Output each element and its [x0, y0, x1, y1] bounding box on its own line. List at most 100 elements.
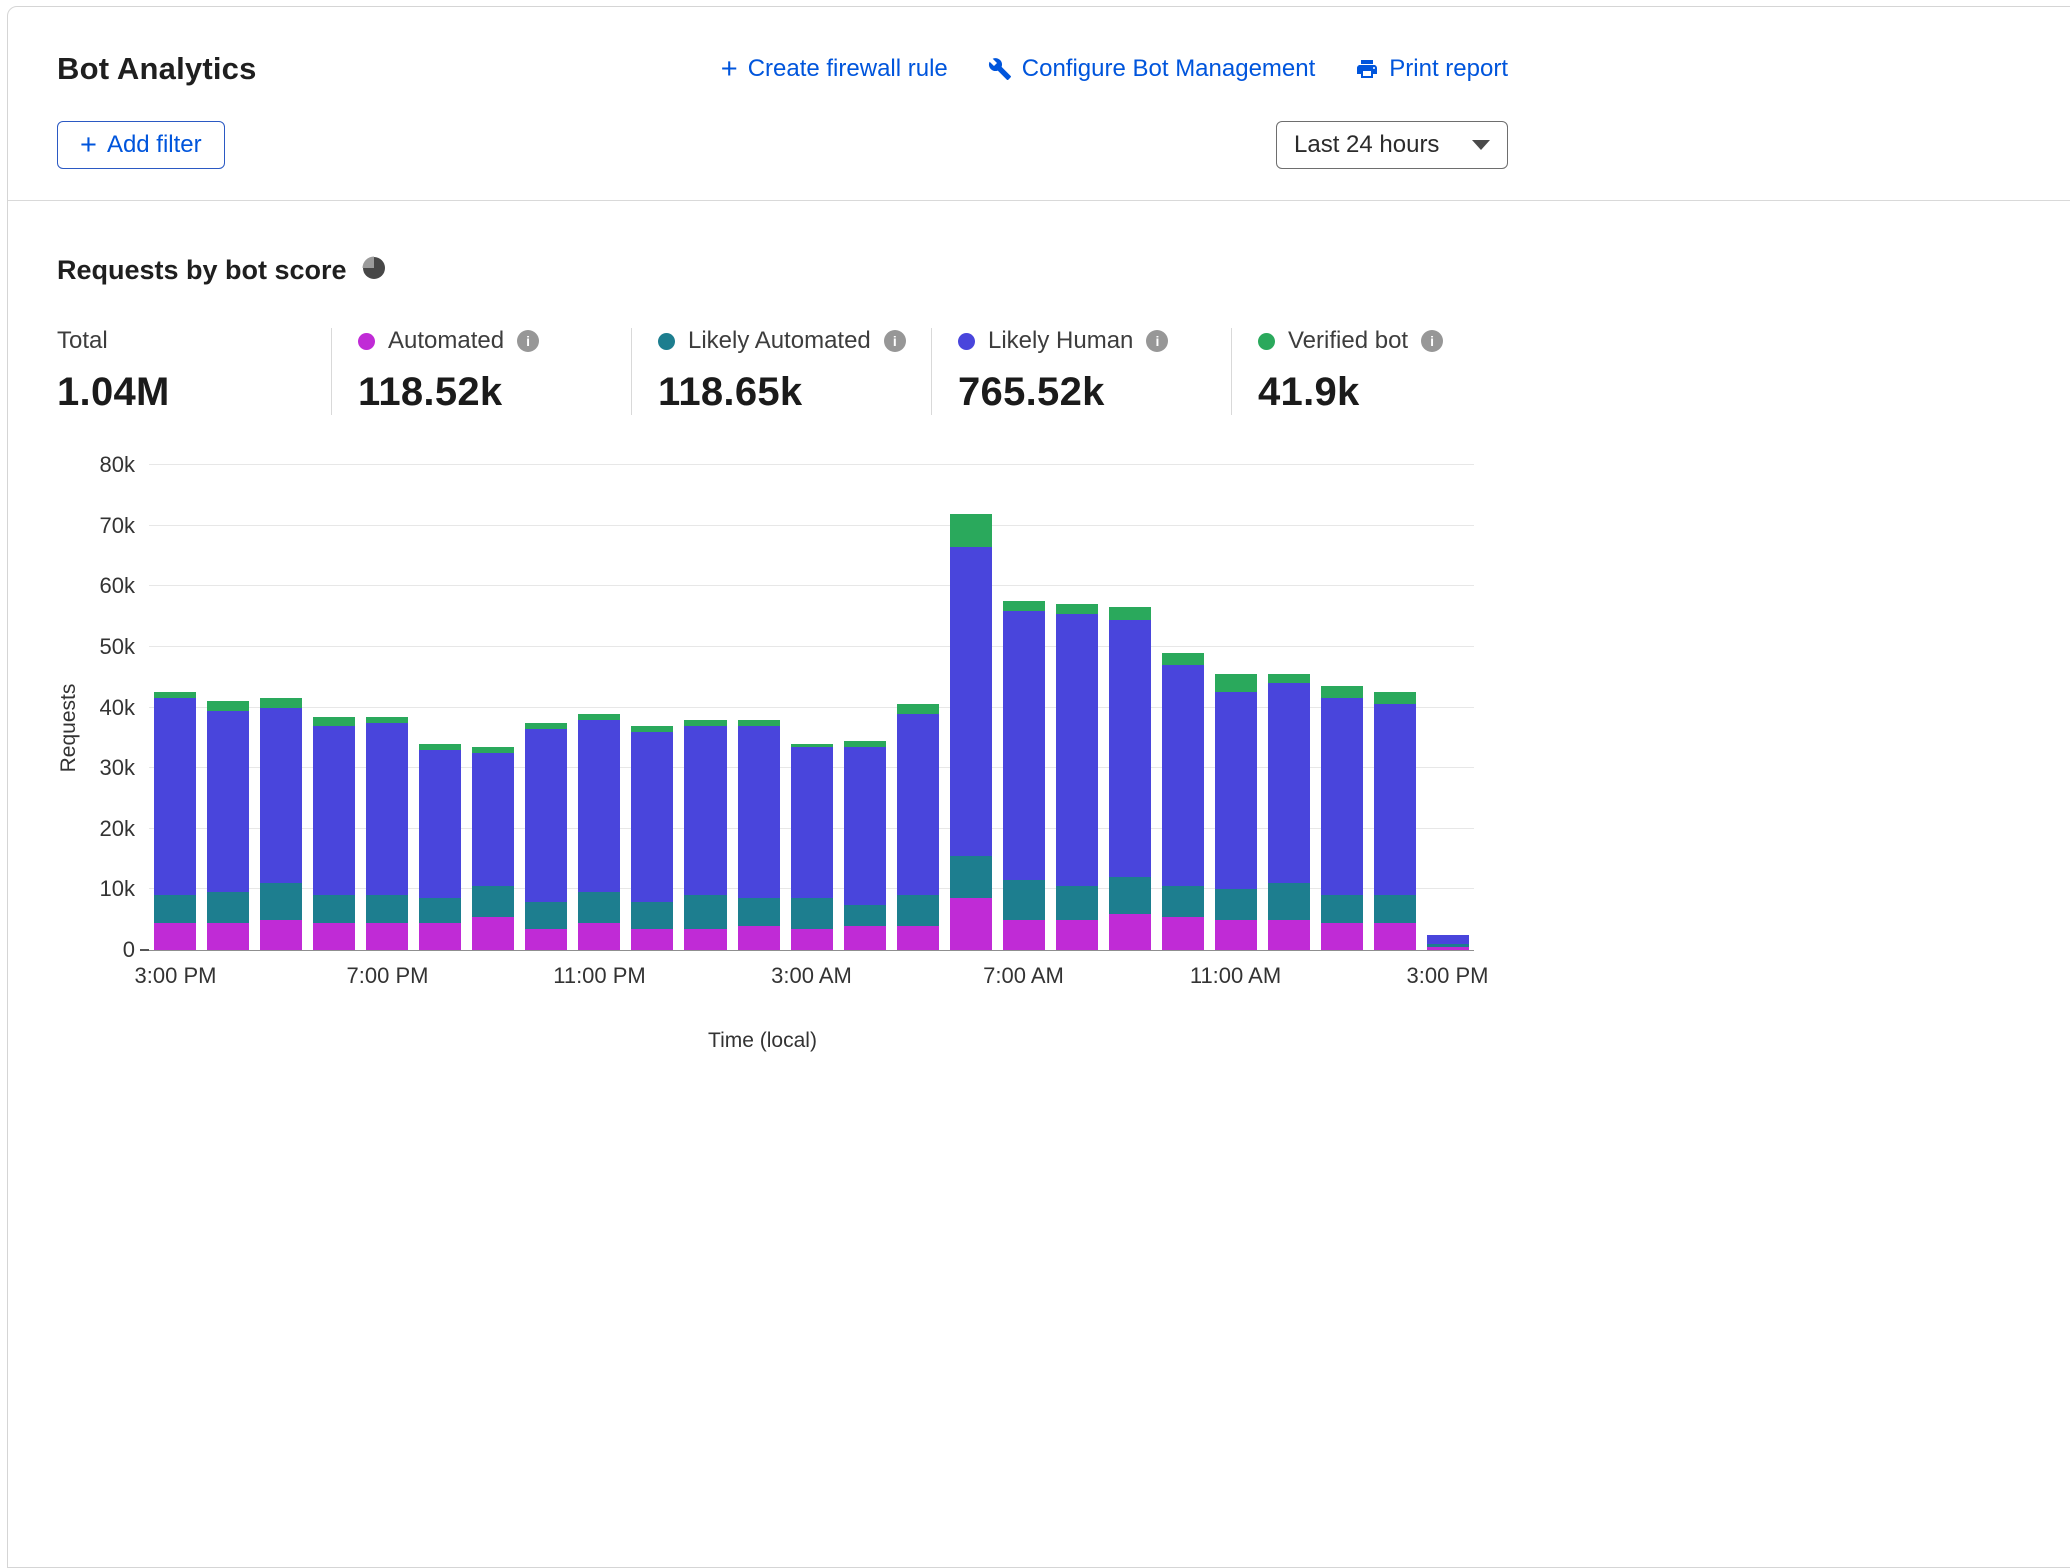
stats-row: Total 1.04M Automated i 118.52k Likely A…	[57, 328, 1508, 415]
bar-segment-likely-human	[844, 747, 886, 905]
bar-segment-verified-bot	[1215, 674, 1257, 692]
x-tick-label: 7:00 PM	[347, 963, 429, 989]
bar-segment-likely-automated	[1374, 895, 1416, 922]
header-actions: + Create firewall rule Configure Bot Man…	[721, 55, 1508, 83]
bar-segment-likely-human	[1109, 620, 1151, 878]
likely-automated-legend-dot	[658, 333, 675, 350]
bar-segment-likely-human	[1162, 665, 1204, 886]
bar-segment-likely-automated	[472, 886, 514, 916]
bar-segment-likely-automated	[1056, 886, 1098, 919]
time-range-value: Last 24 hours	[1294, 131, 1439, 159]
stacked-bar	[738, 465, 780, 950]
bar-segment-likely-automated	[313, 895, 355, 922]
bar-segment-automated	[738, 926, 780, 950]
bar-segment-automated	[578, 923, 620, 950]
stacked-bar	[472, 465, 514, 950]
bar-segment-likely-automated	[207, 892, 249, 922]
stacked-bar	[1427, 465, 1469, 950]
bar-segment-verified-bot	[897, 704, 939, 713]
requests-chart: Requests 010k20k30k40k50k60k70k80k 3:00 …	[57, 465, 2070, 991]
x-tick-label: 3:00 PM	[1407, 963, 1489, 989]
bar-segment-likely-automated	[1321, 895, 1363, 922]
bar-segment-likely-human	[207, 711, 249, 893]
print-report-label: Print report	[1389, 55, 1508, 83]
bar-segment-likely-automated	[1003, 880, 1045, 919]
bar-segment-likely-human	[684, 726, 726, 896]
total-value: 1.04M	[57, 370, 331, 415]
stacked-bar	[578, 465, 620, 950]
bar-segment-automated	[1056, 920, 1098, 950]
y-tick-label: 10k	[100, 876, 135, 902]
bar-segment-verified-bot	[1321, 686, 1363, 698]
bar-segment-likely-human	[472, 753, 514, 886]
bot-analytics-card: Bot Analytics + Create firewall rule Con…	[7, 6, 2070, 1568]
bars-container	[149, 465, 1474, 950]
bar-segment-automated	[1427, 947, 1469, 950]
automated-legend-dot	[358, 333, 375, 350]
bar-segment-automated	[684, 929, 726, 950]
time-range-select[interactable]: Last 24 hours	[1276, 121, 1508, 169]
stacked-bar	[1215, 465, 1257, 950]
total-label: Total	[57, 327, 108, 355]
x-tick-label: 11:00 PM	[553, 963, 646, 989]
stacked-bar	[1056, 465, 1098, 950]
wrench-icon	[988, 57, 1012, 81]
bar-segment-likely-automated	[897, 895, 939, 925]
bar-segment-automated	[844, 926, 886, 950]
print-report-link[interactable]: Print report	[1355, 55, 1508, 83]
likely-human-label: Likely Human	[988, 327, 1133, 355]
bar-segment-automated	[260, 920, 302, 950]
bar-segment-likely-automated	[631, 902, 673, 929]
bar-segment-likely-automated	[1268, 883, 1310, 919]
bar-segment-likely-automated	[419, 898, 461, 922]
x-axis: 3:00 PM7:00 PM11:00 PM3:00 AM7:00 AM11:0…	[149, 951, 1474, 991]
add-filter-button[interactable]: + Add filter	[57, 121, 225, 169]
info-icon[interactable]: i	[884, 330, 906, 352]
verified-bot-label: Verified bot	[1288, 327, 1408, 355]
y-tick-label: 70k	[100, 513, 135, 539]
bar-segment-likely-automated	[1215, 889, 1257, 919]
y-tick-label: 30k	[100, 755, 135, 781]
bar-segment-likely-automated	[1109, 877, 1151, 913]
bar-segment-automated	[207, 923, 249, 950]
bar-segment-likely-human	[950, 547, 992, 856]
bar-segment-automated	[1003, 920, 1045, 950]
stacked-bar	[313, 465, 355, 950]
y-tick-label: 20k	[100, 816, 135, 842]
stacked-bar	[366, 465, 408, 950]
pie-chart-icon	[361, 255, 387, 286]
bar-segment-likely-human	[313, 726, 355, 896]
stacked-bar	[154, 465, 196, 950]
x-tick-label: 3:00 AM	[771, 963, 852, 989]
create-firewall-rule-label: Create firewall rule	[748, 55, 948, 83]
bar-segment-automated	[897, 926, 939, 950]
stat-total: Total 1.04M	[57, 328, 331, 415]
bar-segment-verified-bot	[950, 514, 992, 547]
bar-segment-likely-automated	[525, 902, 567, 929]
printer-icon	[1355, 57, 1379, 81]
section-title: Requests by bot score	[57, 255, 347, 286]
y-tick-label: 60k	[100, 573, 135, 599]
stacked-bar	[1374, 465, 1416, 950]
bar-segment-likely-automated	[1162, 886, 1204, 916]
bar-segment-verified-bot	[207, 701, 249, 710]
info-icon[interactable]: i	[517, 330, 539, 352]
info-icon[interactable]: i	[1421, 330, 1443, 352]
bar-segment-automated	[950, 898, 992, 950]
bar-segment-likely-automated	[950, 856, 992, 898]
x-tick-label: 7:00 AM	[983, 963, 1064, 989]
stacked-bar	[1321, 465, 1363, 950]
configure-bot-management-label: Configure Bot Management	[1022, 55, 1316, 83]
plus-icon: +	[721, 57, 738, 81]
configure-bot-management-link[interactable]: Configure Bot Management	[988, 55, 1316, 83]
info-icon[interactable]: i	[1146, 330, 1168, 352]
bar-segment-likely-human	[154, 698, 196, 895]
create-firewall-rule-link[interactable]: + Create firewall rule	[721, 55, 948, 83]
stacked-bar	[897, 465, 939, 950]
stacked-bar	[631, 465, 673, 950]
bar-segment-likely-human	[578, 720, 620, 893]
bar-segment-likely-human	[260, 708, 302, 884]
page-title: Bot Analytics	[57, 51, 257, 87]
bar-segment-automated	[1162, 917, 1204, 950]
bar-segment-verified-bot	[1109, 607, 1151, 619]
